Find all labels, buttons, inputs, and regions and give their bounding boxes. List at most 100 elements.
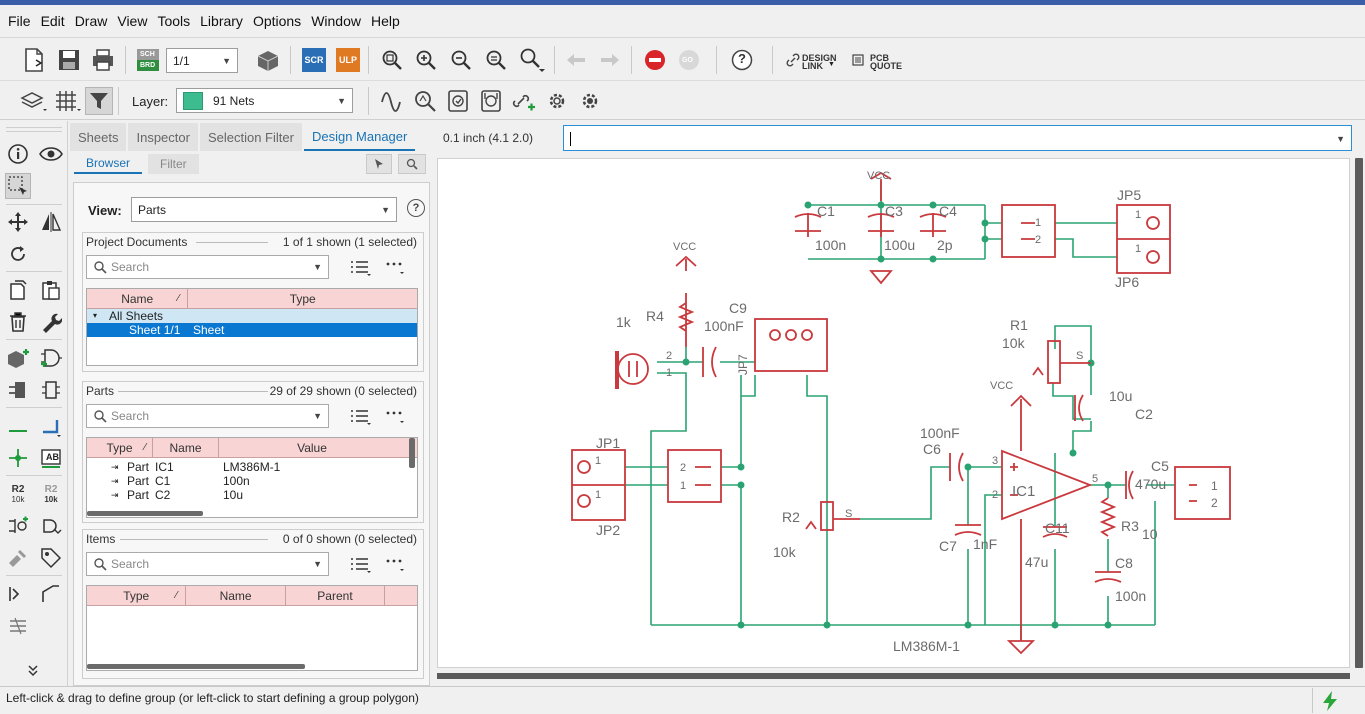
paste-icon[interactable]: [38, 277, 64, 303]
collapse-triangle-icon[interactable]: ▾: [93, 309, 97, 323]
capacitor-c8[interactable]: [1094, 571, 1122, 583]
horizontal-scrollbar[interactable]: [87, 511, 203, 516]
split-icon[interactable]: [5, 581, 31, 607]
net-power-decoupling[interactable]: [808, 181, 1117, 260]
layer-select[interactable]: 91 Nets ▼: [176, 88, 353, 113]
lightning-status-icon[interactable]: [1318, 689, 1342, 713]
simulation-icon[interactable]: [378, 87, 406, 115]
canvas-horizontal-scrollbar[interactable]: [437, 672, 1350, 680]
output-connector[interactable]: [1174, 466, 1231, 520]
tab-sheets[interactable]: Sheets: [70, 123, 127, 151]
jp1-pad[interactable]: [577, 460, 591, 474]
zoom-out-icon[interactable]: [447, 46, 475, 74]
replace-icon[interactable]: [5, 377, 31, 403]
menu-edit[interactable]: Edit: [36, 11, 70, 31]
list-view-icon[interactable]: [350, 408, 372, 429]
rotate-icon[interactable]: [5, 241, 31, 267]
smash-icon[interactable]: [5, 545, 31, 571]
menu-view[interactable]: View: [112, 11, 152, 31]
vertical-scrollbar[interactable]: [409, 438, 415, 468]
ground-bottom[interactable]: [1006, 519, 1036, 655]
menu-help[interactable]: Help: [366, 11, 405, 31]
column-header-value[interactable]: Value: [219, 438, 405, 457]
menu-library[interactable]: Library: [195, 11, 248, 31]
redo-icon[interactable]: [596, 46, 624, 74]
info-icon[interactable]: [5, 141, 31, 167]
add-gate-icon[interactable]: [38, 345, 64, 371]
scr-script-button[interactable]: SCR: [300, 46, 328, 74]
junction-icon[interactable]: [5, 445, 31, 471]
expand-chevron-icon[interactable]: [20, 657, 46, 683]
resistor-r3[interactable]: [1099, 497, 1117, 537]
mirror-icon[interactable]: [38, 209, 64, 235]
optimize-icon[interactable]: [5, 613, 31, 639]
column-header-name[interactable]: Name: [186, 586, 286, 605]
jp7-pad-2[interactable]: [785, 329, 797, 341]
jp6-pad[interactable]: [1146, 250, 1160, 264]
sch-brd-switch-icon[interactable]: SCH BRD: [134, 46, 162, 74]
jp7-header[interactable]: [754, 318, 828, 372]
net-gain[interactable]: [1052, 325, 1092, 625]
column-header-name[interactable]: Name: [153, 438, 219, 457]
delete-trash-icon[interactable]: [5, 309, 31, 335]
grid-icon[interactable]: [54, 87, 82, 115]
stop-icon[interactable]: [641, 46, 669, 74]
zoom-select[interactable]: 1/1 ▼: [166, 48, 238, 73]
capacitor-c9[interactable]: [702, 346, 717, 378]
menu-options[interactable]: Options: [248, 11, 306, 31]
column-header-type[interactable]: Type ⁄: [87, 438, 153, 457]
jp5-pad[interactable]: [1146, 216, 1160, 230]
scroll-thumb[interactable]: [1355, 158, 1363, 668]
capacitor-c5[interactable]: [1125, 470, 1134, 500]
ulp-button[interactable]: ULP: [334, 46, 362, 74]
wire-icon[interactable]: [5, 413, 31, 439]
help-icon[interactable]: ?: [728, 46, 756, 74]
undo-icon[interactable]: [562, 46, 590, 74]
wrench-icon[interactable]: [38, 309, 64, 335]
add-part-icon[interactable]: [5, 345, 31, 371]
items-search-input[interactable]: Search ▼: [86, 552, 329, 576]
save-icon[interactable]: [55, 46, 83, 74]
name-tool-button[interactable]: R2 10k: [5, 481, 31, 507]
list-view-icon[interactable]: [350, 259, 372, 280]
project-search-input[interactable]: Search ▼: [86, 255, 329, 279]
invoke-icon[interactable]: [38, 377, 64, 403]
tab-selection-filter[interactable]: Selection Filter: [199, 123, 302, 151]
subtab-browser[interactable]: Browser: [74, 154, 143, 174]
move-icon[interactable]: [5, 209, 31, 235]
gate-swap-icon[interactable]: [38, 513, 64, 539]
more-options-icon[interactable]: [385, 408, 407, 429]
filter-icon[interactable]: [85, 87, 113, 115]
menu-draw[interactable]: Draw: [70, 11, 113, 31]
capacitor-c7[interactable]: [954, 524, 982, 536]
schematic-drawing[interactable]: VCC C1 100n C3 100u C4 2p JP5 JP6 1 1 1 …: [438, 159, 1350, 668]
settings-gear-icon[interactable]: [543, 87, 571, 115]
settings-gear-alt-icon[interactable]: [576, 87, 604, 115]
copy-icon[interactable]: [5, 277, 31, 303]
zoom-in-icon[interactable]: [412, 46, 440, 74]
command-input[interactable]: ▼: [563, 125, 1352, 151]
menu-window[interactable]: Window: [306, 11, 366, 31]
print-icon[interactable]: [89, 46, 117, 74]
horizontal-scrollbar[interactable]: [87, 664, 305, 669]
probe-icon[interactable]: [411, 87, 439, 115]
pcb-quote-button[interactable]: PCB QUOTE: [850, 46, 906, 74]
zoom-to-selection-button[interactable]: [398, 154, 426, 174]
table-row[interactable]: ⇥ Part C1 100n: [87, 474, 417, 488]
label-icon[interactable]: AB: [38, 445, 64, 471]
table-row[interactable]: ⇥ Part IC1 LM386M-1: [87, 460, 417, 474]
erc-icon[interactable]: [444, 87, 472, 115]
schematic-canvas[interactable]: VCC C1 100n C3 100u C4 2p JP5 JP6 1 1 1 …: [437, 158, 1350, 668]
select-arrow-button[interactable]: [366, 154, 392, 174]
more-options-icon[interactable]: [385, 259, 407, 280]
view-help-icon[interactable]: ?: [407, 199, 425, 217]
zoom-fit-icon[interactable]: [378, 46, 406, 74]
column-header-type[interactable]: Type: [188, 289, 417, 308]
table-row[interactable]: ▾ All Sheets: [87, 309, 417, 323]
capacitor-c2[interactable]: [1074, 394, 1084, 422]
value-tool-button[interactable]: R2 10k: [38, 481, 64, 507]
capacitor-c6[interactable]: [949, 452, 964, 482]
show-eye-icon[interactable]: [38, 141, 64, 167]
column-header-parent[interactable]: Parent: [286, 586, 386, 605]
microphone-symbol[interactable]: [617, 353, 649, 385]
